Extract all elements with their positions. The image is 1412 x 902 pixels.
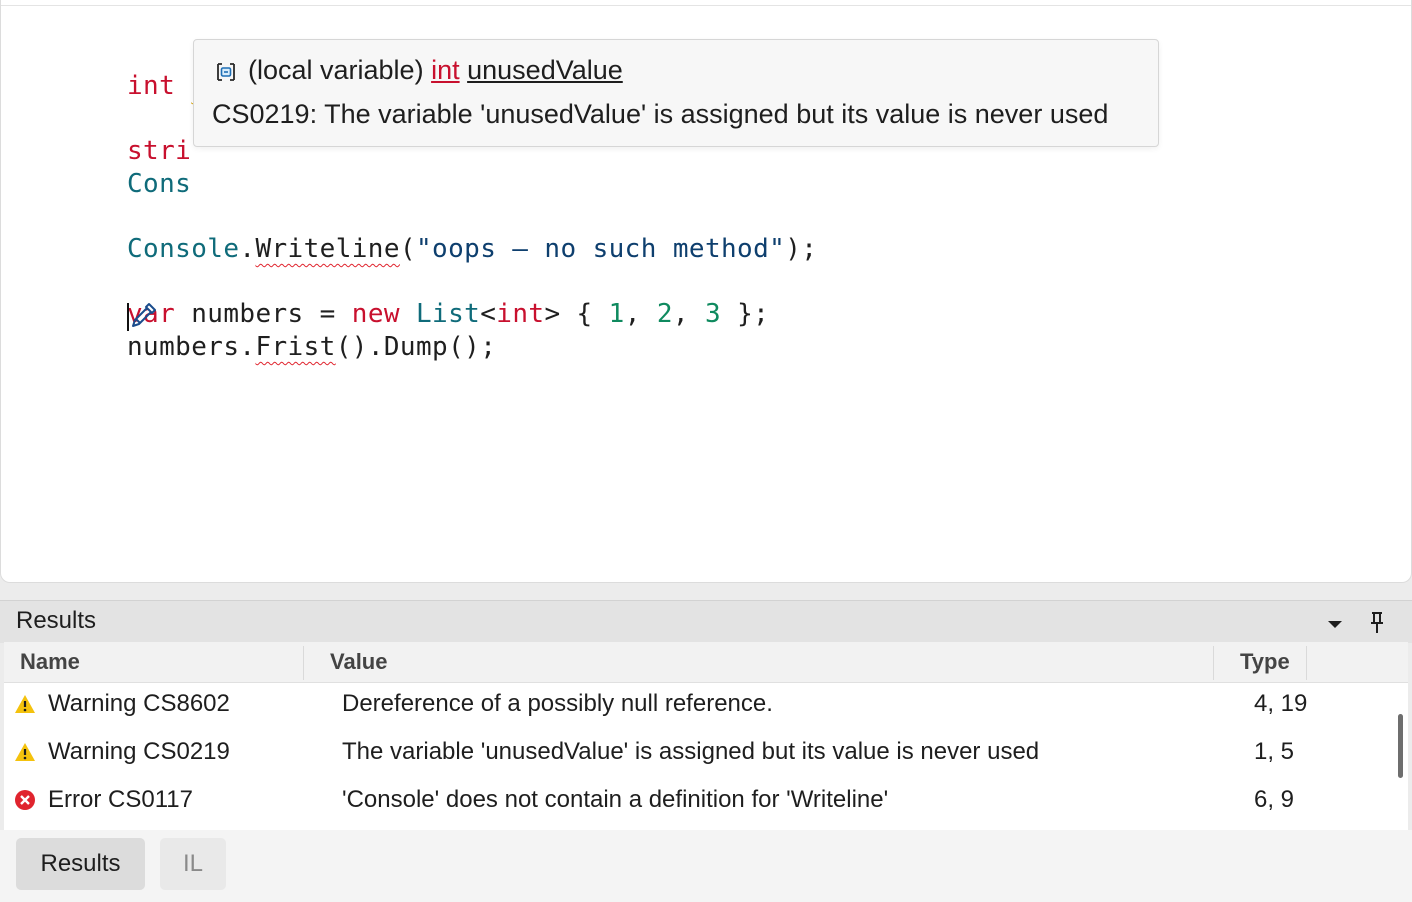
- column-divider[interactable]: [1213, 646, 1214, 680]
- code-line-5[interactable]: 5: [1, 136, 64, 168]
- code-line-9[interactable]: 9 numbers.Frist().Dump();: [1, 267, 496, 362]
- row-value: 'Console' does not contain a definition …: [342, 786, 889, 813]
- type-name: Cons: [127, 169, 192, 199]
- tooltip-name-link[interactable]: unusedValue: [467, 55, 623, 85]
- keyword: stri: [127, 136, 192, 166]
- type-name: Console: [127, 234, 240, 264]
- row-type: 4, 19: [1254, 690, 1308, 717]
- code-editor[interactable]: 1 int unusedValue = 42; 2 3 stri 4 Cons …: [0, 0, 1412, 583]
- error-identifier[interactable]: Frist: [255, 332, 335, 362]
- type-name: List: [416, 299, 481, 329]
- punctuation: ,: [672, 299, 706, 329]
- output-tab-bar: Results IL: [0, 830, 1412, 902]
- pin-icon[interactable]: [1366, 610, 1388, 636]
- results-table: Name Value Type Warning CS8602 Dereferen…: [4, 642, 1408, 830]
- punctuation: <: [480, 299, 497, 329]
- results-panel-header: Results: [0, 600, 1412, 643]
- warning-icon: [15, 743, 35, 761]
- tab-il[interactable]: IL: [160, 838, 226, 890]
- code-line-2[interactable]: 2: [1, 39, 64, 71]
- code-line-10[interactable]: 10: [1, 299, 64, 331]
- local-variable-icon: [217, 63, 235, 81]
- row-type: 1, 5: [1254, 738, 1295, 765]
- warning-icon: [15, 695, 35, 713]
- code-line-1[interactable]: 1 int unusedValue = 42;: [1, 6, 464, 101]
- number-literal: 3: [705, 299, 722, 329]
- table-header: Name Value Type: [4, 642, 1408, 683]
- punctuation: };: [721, 299, 770, 329]
- row-value: The variable 'unusedValue' is assigned b…: [342, 738, 1040, 765]
- row-value: Dereference of a possibly null reference…: [342, 690, 773, 717]
- string-literal: "oops – no such method": [415, 234, 786, 264]
- code-text: numbers =: [175, 299, 352, 329]
- editor-divider: [1, 5, 1411, 6]
- tooltip-prefix: (local variable): [248, 55, 432, 85]
- column-header-value[interactable]: Value: [330, 642, 387, 682]
- tooltip-signature: (local variable) int unusedValue: [214, 54, 623, 86]
- column-divider[interactable]: [303, 646, 304, 680]
- tab-results[interactable]: Results: [16, 838, 145, 890]
- number-literal: 1: [608, 299, 625, 329]
- keyword: int: [496, 299, 545, 329]
- eyedropper-icon[interactable]: [127, 300, 159, 332]
- punctuation: );: [785, 234, 818, 264]
- error-identifier[interactable]: Writeline: [255, 234, 399, 264]
- column-header-type[interactable]: Type: [1240, 642, 1290, 682]
- table-row[interactable]: Warning CS8602 Dereference of a possibly…: [4, 680, 1408, 728]
- keyword: new: [351, 299, 400, 329]
- row-name: Warning CS0219: [48, 738, 230, 765]
- code-text: numbers.: [127, 332, 256, 362]
- row-name: Warning CS8602: [48, 690, 230, 717]
- error-icon: [15, 790, 35, 810]
- number-literal: 2: [656, 299, 673, 329]
- code-line-4[interactable]: 4 Cons: [1, 104, 191, 199]
- row-type: 6, 9: [1254, 786, 1295, 813]
- punctuation: .: [239, 234, 256, 264]
- code-text: ().Dump();: [335, 332, 497, 362]
- punctuation: > {: [544, 299, 609, 329]
- punctuation: (: [399, 234, 416, 264]
- keyword: int: [127, 71, 176, 101]
- table-row[interactable]: Error CS0117 'Console' does not contain …: [4, 776, 1408, 824]
- tooltip-type-link[interactable]: int: [431, 55, 460, 85]
- code-line-8[interactable]: 8 var numbers = new List<int> { 1, 2, 3 …: [1, 234, 769, 329]
- quick-info-tooltip: (local variable) int unusedValue CS0219:…: [193, 39, 1159, 147]
- row-name: Error CS0117: [48, 786, 193, 813]
- code-line-6[interactable]: 6 Console.Writeline("oops – no such meth…: [1, 169, 817, 264]
- results-panel-title: Results: [16, 607, 97, 634]
- tooltip-message: CS0219: The variable 'unusedValue' is as…: [212, 99, 1109, 129]
- vertical-scrollbar[interactable]: [1398, 714, 1403, 778]
- column-divider[interactable]: [1306, 646, 1307, 680]
- chevron-down-icon[interactable]: [1324, 613, 1346, 635]
- table-row[interactable]: Warning CS0219 The variable 'unusedValue…: [4, 728, 1408, 776]
- punctuation: ,: [624, 299, 657, 329]
- column-header-name[interactable]: Name: [20, 642, 80, 682]
- code-line-3[interactable]: 3 stri: [1, 71, 191, 166]
- code-line-7[interactable]: 7: [1, 201, 64, 233]
